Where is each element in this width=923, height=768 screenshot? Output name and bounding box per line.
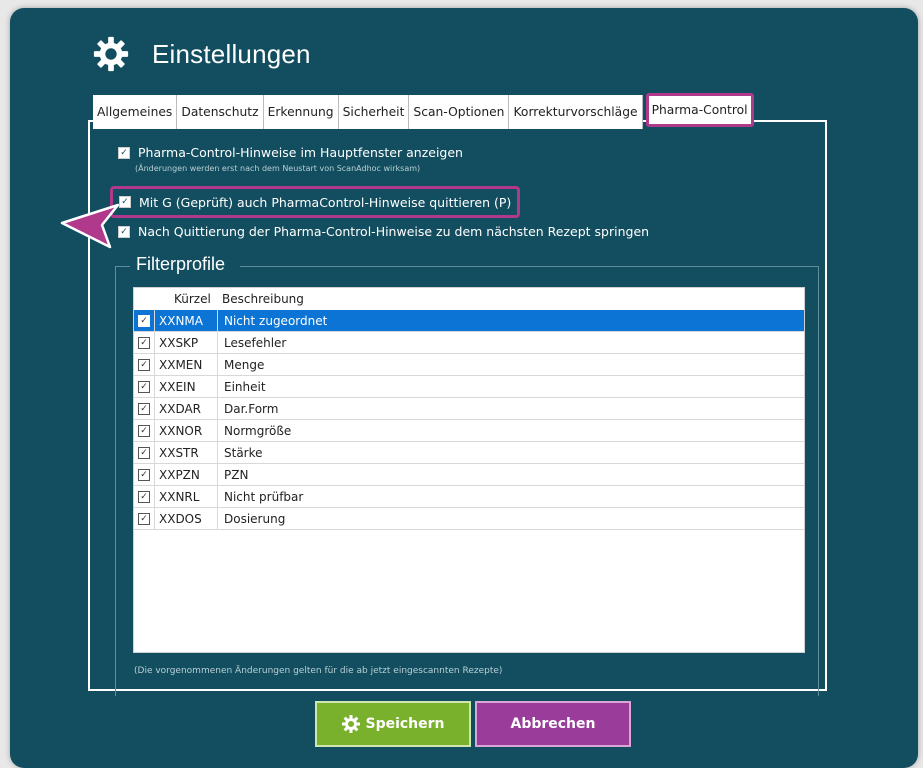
row-code: XXDOS [155, 508, 218, 529]
row-code: XXSTR [155, 442, 218, 463]
row-checkbox-cell[interactable]: ✓ [134, 508, 155, 529]
jump-next-label: Nach Quittierung der Pharma-Control-Hinw… [138, 224, 650, 239]
row-description: Lesefehler [224, 335, 287, 350]
row-code: XXDAR [155, 398, 218, 419]
row-description: Dar.Form [224, 401, 279, 416]
row-description: Nicht prüfbar [224, 489, 304, 504]
row-description: Dosierung [224, 511, 286, 526]
changes-footnote: (Die vorgenommenen Änderungen gelten für… [134, 666, 503, 676]
tab-sicherheit[interactable]: Sicherheit [338, 95, 410, 129]
row-checkbox[interactable]: ✓ [138, 314, 150, 327]
filter-profile-table[interactable]: Kürzel Beschreibung ✓ XXNMA Nicht zugeordn… [133, 287, 805, 653]
row-description: Normgröße [224, 423, 292, 438]
window-title-bar: Einstellungen [92, 34, 311, 74]
ack-with-g-label: Mit G (Geprüft) auch PharmaControl-Hinwe… [139, 194, 512, 210]
row-description: Menge [224, 357, 265, 372]
table-row[interactable]: ✓ XXEIN Einheit [134, 376, 804, 398]
row-code: XXSKP [155, 332, 218, 353]
row-checkbox-cell[interactable]: ✓ [134, 420, 155, 441]
tab-bar: Allgemeines Datenschutz Erkennung Sicher… [93, 93, 754, 129]
row-checkbox-cell[interactable]: ✓ [134, 442, 155, 463]
row-checkbox-cell[interactable]: ✓ [134, 376, 155, 397]
row-checkbox[interactable]: ✓ [138, 446, 150, 459]
row-checkbox[interactable]: ✓ [138, 402, 150, 415]
show-hints-label: Pharma-Control-Hinweise im Hauptfenster … [138, 145, 463, 160]
filter-groupbox-title: Filterprofile [134, 254, 228, 275]
tab-scan-optionen[interactable]: Scan-Optionen [409, 95, 510, 129]
row-description: Einheit [224, 379, 266, 394]
row-checkbox[interactable]: ✓ [138, 358, 150, 371]
row-code: XXMEN [155, 354, 218, 375]
table-row[interactable]: ✓ XXMEN Menge [134, 354, 804, 376]
cancel-button[interactable]: Abbrechen [475, 701, 631, 747]
column-header-description[interactable]: Beschreibung [216, 288, 304, 310]
gear-icon [93, 36, 129, 72]
restart-hint: (Änderungen werden erst nach dem Neustar… [135, 164, 421, 173]
row-checkbox-cell[interactable]: ✓ [134, 486, 155, 507]
ack-with-g-checkbox[interactable]: ✓ [119, 196, 131, 208]
tab-allgemeines[interactable]: Allgemeines [93, 95, 178, 129]
row-checkbox[interactable]: ✓ [138, 490, 150, 503]
row-checkbox-cell[interactable]: ✓ [134, 464, 155, 485]
row-checkbox-cell[interactable]: ✓ [134, 332, 155, 353]
tab-datenschutz[interactable]: Datenschutz [177, 95, 264, 129]
row-checkbox[interactable]: ✓ [138, 380, 150, 393]
show-hints-option[interactable]: ✓ Pharma-Control-Hinweise im Hauptfenste… [118, 145, 463, 160]
row-checkbox[interactable]: ✓ [138, 336, 150, 349]
table-row[interactable]: ✓ XXPZN PZN [134, 464, 804, 486]
row-description: PZN [224, 467, 249, 482]
table-row[interactable]: ✓ XXSKP Lesefehler [134, 332, 804, 354]
row-code: XXNOR [155, 420, 218, 441]
row-checkbox[interactable]: ✓ [138, 512, 150, 525]
table-header: Kürzel Beschreibung [134, 288, 804, 310]
cancel-button-label: Abbrechen [510, 716, 596, 732]
row-checkbox-cell[interactable]: ✓ [134, 354, 155, 375]
table-row[interactable]: ✓ XXNRL Nicht prüfbar [134, 486, 804, 508]
tab-pharma-control[interactable]: Pharma-Control [645, 93, 754, 127]
gear-icon [342, 715, 361, 733]
show-hints-checkbox[interactable]: ✓ [118, 146, 130, 159]
row-checkbox-cell[interactable]: ✓ [134, 398, 155, 419]
row-description: Stärke [224, 445, 263, 460]
row-code: XXPZN [155, 464, 218, 485]
row-checkbox-cell[interactable]: ✓ [134, 310, 155, 331]
column-header-code[interactable]: Kürzel [154, 288, 216, 310]
table-row[interactable]: ✓ XXDOS Dosierung [134, 508, 804, 530]
row-checkbox[interactable]: ✓ [138, 468, 150, 481]
tab-erkennung[interactable]: Erkennung [263, 95, 339, 129]
table-row[interactable]: ✓ XXSTR Stärke [134, 442, 804, 464]
row-checkbox[interactable]: ✓ [138, 424, 150, 437]
page-title: Einstellungen [152, 38, 311, 69]
row-code: XXNMA [155, 310, 218, 331]
jump-next-option[interactable]: ✓ Nach Quittierung der Pharma-Control-Hi… [118, 224, 649, 239]
row-code: XXEIN [155, 376, 218, 397]
save-button-label: Speichern [365, 716, 445, 732]
row-code: XXNRL [155, 486, 218, 507]
row-description: Nicht zugeordnet [224, 313, 328, 328]
table-row[interactable]: ✓ XXNMA Nicht zugeordnet [134, 310, 804, 332]
ack-with-g-option[interactable]: ✓ Mit G (Geprüft) auch PharmaControl-Hin… [110, 186, 521, 218]
jump-next-checkbox[interactable]: ✓ [118, 225, 130, 238]
table-row[interactable]: ✓ XXDAR Dar.Form [134, 398, 804, 420]
arrow-pointer-icon [60, 203, 120, 249]
tab-korrekturvorschlaege[interactable]: Korrekturvorschläge [509, 95, 643, 129]
save-button[interactable]: Speichern [315, 701, 471, 747]
table-row[interactable]: ✓ XXNOR Normgröße [134, 420, 804, 442]
